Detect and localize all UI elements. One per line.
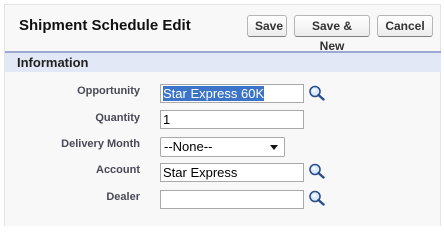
account-lookup-icon[interactable] — [308, 163, 326, 179]
delivery-month-label: Delivery Month — [61, 138, 140, 150]
delivery-month-value: --None-- — [164, 139, 213, 154]
quantity-field[interactable]: 1 — [160, 110, 304, 129]
dealer-field[interactable] — [160, 190, 304, 209]
opportunity-label: Opportunity — [77, 85, 140, 97]
account-field[interactable]: Star Express — [160, 163, 304, 182]
dealer-label: Dealer — [106, 191, 140, 203]
opportunity-value: Star Express 60K — [163, 86, 265, 101]
save-button[interactable]: Save — [247, 15, 287, 37]
opportunity-field[interactable]: Star Express 60K — [160, 84, 304, 103]
section-header: Information — [5, 51, 441, 72]
section-title: Information — [17, 55, 89, 70]
page-title: Shipment Schedule Edit — [19, 17, 191, 34]
delivery-month-select[interactable]: --None-- — [160, 137, 285, 157]
opportunity-lookup-icon[interactable] — [308, 85, 326, 101]
page-header: Shipment Schedule Edit Save Save & New C… — [4, 4, 441, 53]
save-and-new-button[interactable]: Save & New — [294, 15, 370, 53]
chevron-down-icon — [270, 145, 278, 150]
cancel-button[interactable]: Cancel — [377, 15, 433, 37]
account-label: Account — [96, 164, 140, 176]
quantity-label: Quantity — [95, 112, 140, 124]
dealer-lookup-icon[interactable] — [308, 190, 326, 206]
